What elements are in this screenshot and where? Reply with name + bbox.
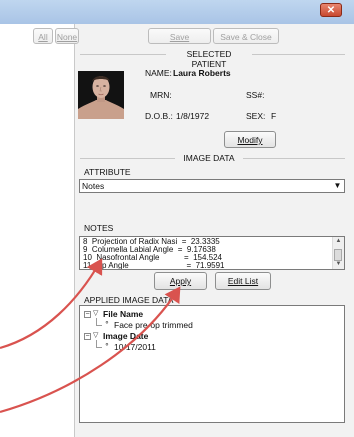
sex-label: SEX: xyxy=(246,111,266,121)
sex-value: F xyxy=(271,111,277,121)
selected-patient-title: SELECTED PATIENT xyxy=(166,49,252,69)
mrn-label: MRN: xyxy=(150,90,172,100)
edit-list-button[interactable]: Edit List xyxy=(215,272,271,290)
tree-leaf-file-name[interactable]: Face pre-op trimmed xyxy=(114,320,193,330)
save-label: Save xyxy=(169,32,190,42)
save-close-button[interactable]: Save & Close xyxy=(213,28,279,44)
tree-connector xyxy=(96,325,102,326)
attribute-label: ATTRIBUTE xyxy=(84,167,131,177)
leaf-bullet-icon: ⚬ xyxy=(104,342,110,349)
save-close-label: Save & Close xyxy=(220,32,272,42)
chevron-down-icon[interactable]: ▼ xyxy=(331,180,344,192)
attribute-select[interactable]: Notes ▼ xyxy=(79,179,345,193)
patient-name: Laura Roberts xyxy=(173,68,231,78)
scroll-down-icon[interactable]: ▼ xyxy=(333,260,344,269)
tree-leaf-image-date[interactable]: 10/17/2011 xyxy=(114,342,156,352)
expanded-triangle-icon: ▽ xyxy=(93,332,99,339)
modify-label: Modify xyxy=(237,135,263,145)
modify-button[interactable]: Modify xyxy=(224,131,276,148)
notes-line: 11 Tip Angle = 71.9591 xyxy=(83,261,225,270)
tree-node-image-date[interactable]: Image Date xyxy=(103,331,148,341)
tree-connector xyxy=(96,340,97,347)
face-image xyxy=(78,71,124,119)
ss-label: SS#: xyxy=(246,90,265,100)
applied-data-tree[interactable]: − ▽ File Name ⚬ Face pre-op trimmed − ▽ … xyxy=(79,305,345,423)
select-none-button[interactable]: None xyxy=(55,28,79,44)
collapse-icon[interactable]: − xyxy=(84,311,91,318)
edit-list-label: Edit List xyxy=(227,276,259,286)
expanded-triangle-icon: ▽ xyxy=(93,310,99,317)
dob-value: 1/8/1972 xyxy=(176,111,210,121)
select-none-label: None xyxy=(56,32,78,42)
close-button[interactable]: ✕ xyxy=(320,3,342,17)
applied-image-data-label: APPLIED IMAGE DATA xyxy=(84,295,174,305)
tree-connector xyxy=(96,347,102,348)
notes-scrollbar[interactable]: ▲ ▼ xyxy=(332,237,344,269)
apply-button[interactable]: Apply xyxy=(154,272,207,290)
leaf-bullet-icon: ⚬ xyxy=(104,320,110,327)
apply-label: Apply xyxy=(169,276,192,286)
collapse-icon[interactable]: − xyxy=(84,333,91,340)
tree-node-file-name[interactable]: File Name xyxy=(103,309,143,319)
left-gutter xyxy=(0,24,74,437)
scroll-up-icon[interactable]: ▲ xyxy=(333,237,344,246)
select-all-label: All xyxy=(38,32,48,42)
image-data-title: IMAGE DATA xyxy=(175,153,243,163)
notes-textarea[interactable]: 8 Projection of Radix Nasi = 23.3335 9 C… xyxy=(79,236,345,270)
title-bar xyxy=(0,0,354,24)
close-icon: ✕ xyxy=(326,5,336,16)
dob-label: D.O.B.: xyxy=(145,111,173,121)
name-label: NAME: xyxy=(145,68,172,78)
attribute-selected-value: Notes xyxy=(82,181,105,191)
patient-photo xyxy=(78,71,124,119)
notes-label: NOTES xyxy=(84,223,114,233)
select-all-button[interactable]: All xyxy=(33,28,53,44)
tree-connector xyxy=(96,318,97,325)
save-button[interactable]: Save xyxy=(148,28,211,44)
